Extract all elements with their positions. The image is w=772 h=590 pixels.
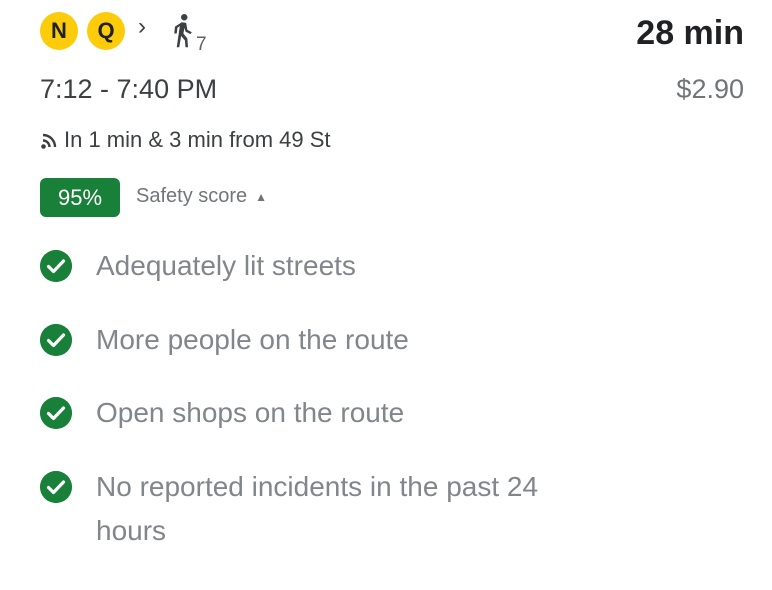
check-circle-icon — [40, 250, 72, 282]
realtime-departures: In 1 min & 3 min from 49 St — [40, 126, 331, 154]
chevron-right-icon: › — [138, 13, 146, 40]
trip-fare: $2.90 — [676, 74, 744, 104]
subway-line-badge-q: Q — [87, 12, 125, 50]
caret-up-icon: ▲ — [255, 189, 268, 204]
check-circle-icon — [40, 324, 72, 356]
safety-factor-text: More people on the route — [96, 324, 409, 355]
trip-time-range: 7:12 - 7:40 PM — [40, 74, 218, 104]
check-circle-icon — [40, 471, 72, 503]
safety-factor-text: Open shops on the route — [96, 397, 405, 428]
safety-score-badge: 95% — [40, 178, 120, 217]
safety-factor-text: No reported incidents in the past 24 hou… — [96, 471, 539, 546]
walking-person-icon — [174, 14, 192, 48]
realtime-signal-icon — [41, 133, 57, 149]
realtime-text: In 1 min & 3 min from 49 St — [64, 127, 331, 152]
safety-score-label: Safety score — [136, 185, 248, 207]
check-circle-icon — [40, 397, 72, 429]
route-card[interactable]: N Q › 7 28 min 7:12 - 7:40 PM $2.90 In 1… — [0, 0, 772, 590]
trip-duration: 28 min — [636, 14, 744, 52]
walk-minutes: 7 — [196, 34, 207, 55]
safety-score-toggle[interactable]: Safety score ▲ — [136, 185, 267, 208]
safety-factor-text: Adequately lit streets — [96, 250, 356, 281]
subway-line-badge-n: N — [40, 12, 78, 50]
